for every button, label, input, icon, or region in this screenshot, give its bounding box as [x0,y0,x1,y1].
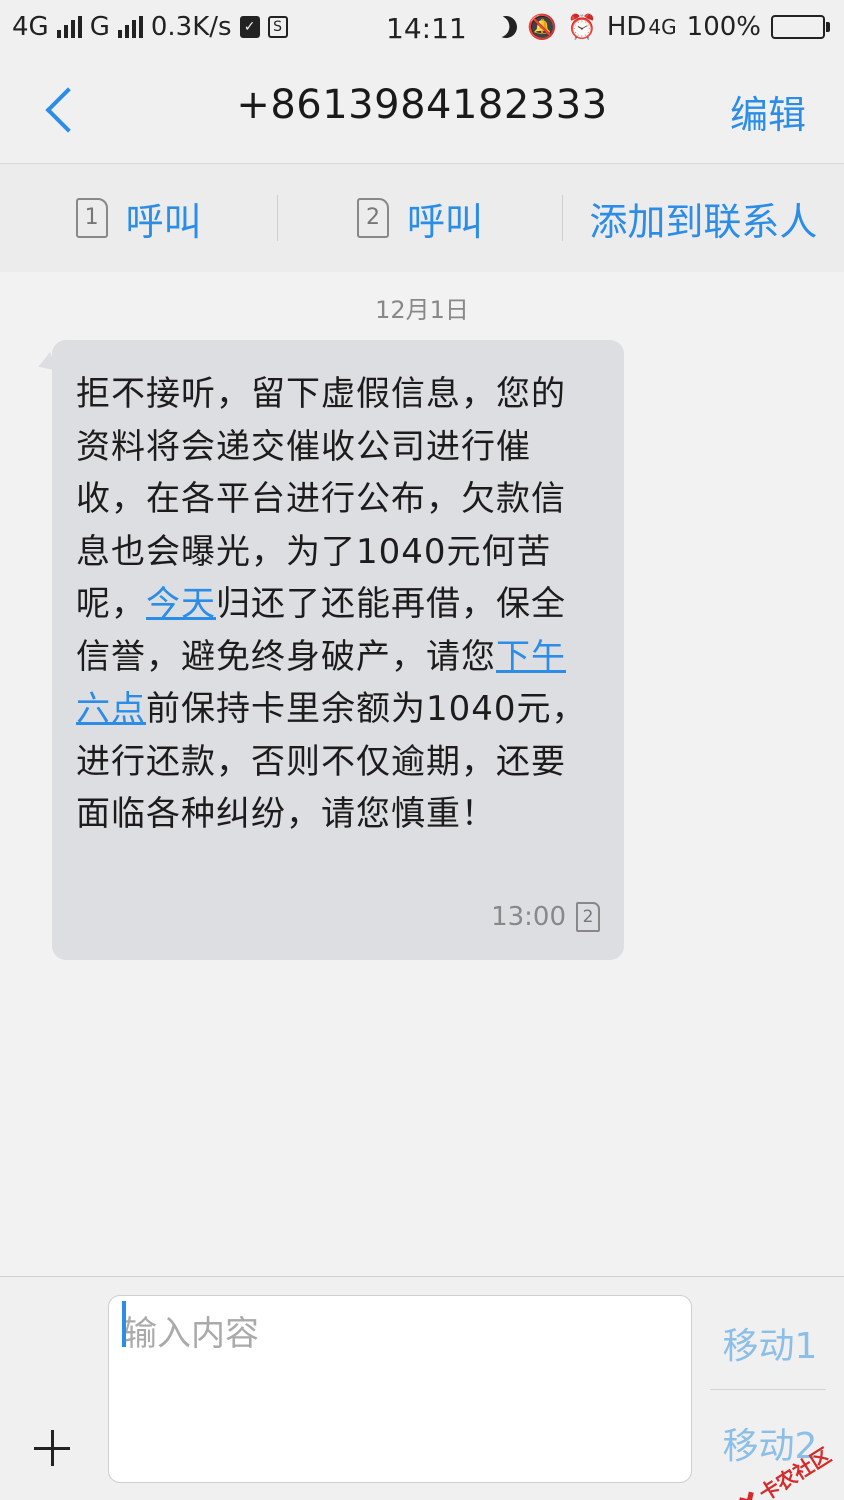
add-attachment-button[interactable] [34,1429,74,1469]
battery-icon [771,15,830,39]
date-label: 12月1日 [375,296,469,324]
notification-check-icon: ✓ [239,16,260,38]
message-bubble[interactable]: 拒不接听，留下虚假信息，您的资料将会递交催收公司进行催收，在各平台进行公布，欠款… [52,340,624,960]
signal-icon [56,16,82,38]
call-sim1-label: 呼叫 [125,199,202,244]
message-text-part: 前保持卡里余额为1040元，进行还款，否则不仅逾期，还要面临各种纠纷，请您慎重！ [76,689,587,834]
contact-title: +8613984182333 [236,82,608,128]
status-bar: 4G G 0.3K/s ✓ S 14:11 🔕 ⏰ HD 4G 100% [0,0,844,58]
hd-label: HD [606,12,647,42]
status-time: 14:11 [386,12,467,45]
text-caret [122,1301,126,1347]
edit-button[interactable]: 编辑 [730,84,806,139]
network-speed: 0.3K/s [150,12,232,42]
sim2-icon: 2 [576,902,600,932]
message-meta: 13:00 2 [491,902,600,932]
message-link-today[interactable]: 今天 [146,584,216,624]
alarm-icon: ⏰ [566,13,597,41]
status-right: 🔕 ⏰ HD 4G 100% [495,12,830,42]
message-text: 拒不接听，留下虚假信息，您的资料将会递交催收公司进行催收，在各平台进行公布，欠款… [76,368,600,841]
do-not-disturb-icon [492,13,520,41]
send-sim1-button[interactable]: 移动1 [712,1307,828,1387]
network-type-2: G [89,12,110,42]
sim2-icon: 2 [357,198,389,238]
sim1-icon: 1 [75,198,108,238]
message-time: 13:00 [491,902,566,932]
call-sim2-label: 呼叫 [407,199,484,244]
network-type-1: 4G [12,12,49,42]
call-sim2-button[interactable]: 2 呼叫 [278,164,561,272]
battery-percent: 100% [686,12,761,42]
action-bar: 1 呼叫 2 呼叫 添加到联系人 [0,164,844,272]
call-sim1-button[interactable]: 1 呼叫 [0,164,277,272]
status-left: 4G G 0.3K/s ✓ S [12,12,288,42]
muted-bell-icon: 🔕 [527,13,557,41]
message-input[interactable] [108,1295,692,1483]
conversation-header: +8613984182333 编辑 [0,58,844,164]
divider [710,1389,826,1390]
net-4g-label: 4G [648,15,677,39]
signal-icon-2 [117,16,143,38]
add-to-contacts-button[interactable]: 添加到联系人 [563,164,844,272]
notification-s-icon: S [267,16,288,38]
compose-bar: 移动1 移动2 卡农社区 [0,1276,844,1500]
